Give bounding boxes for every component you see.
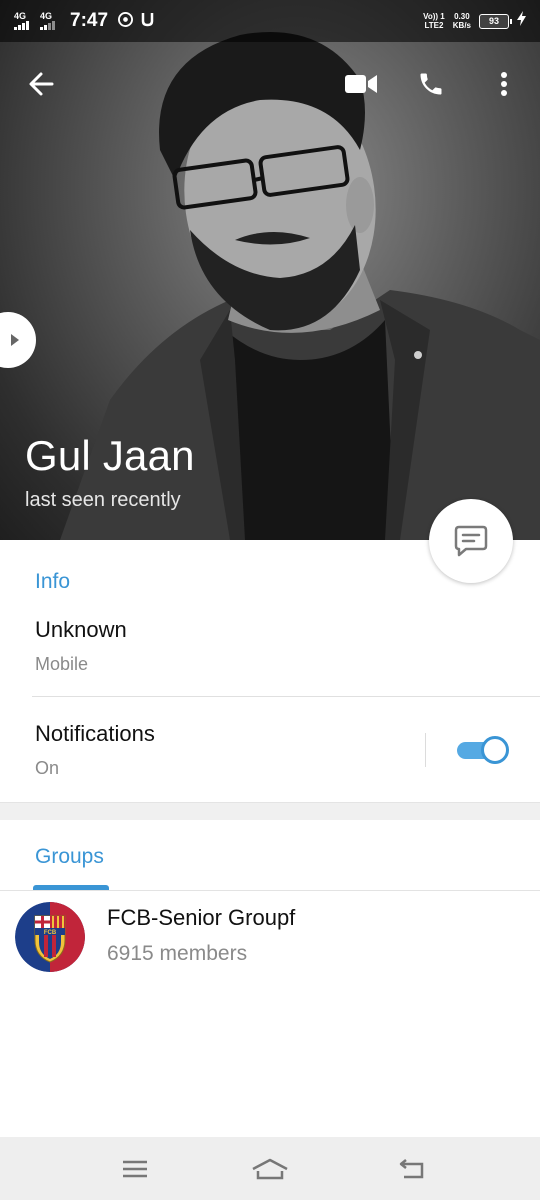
- chrome-icon: [118, 11, 134, 31]
- profile-name: Gul Jaan: [25, 432, 195, 479]
- group-avatar: FCB: [15, 902, 85, 972]
- back-icon: [399, 1159, 424, 1179]
- more-options-button[interactable]: [482, 62, 526, 106]
- system-nav-bar: [0, 1137, 540, 1200]
- tab-groups[interactable]: Groups: [35, 845, 104, 869]
- arrow-left-icon: [29, 72, 54, 96]
- status-bar: 4G 4G 7:47 Vo)) 1 LTE2 0.30 KB/s 93: [0, 0, 540, 42]
- video-camera-icon: [345, 75, 377, 93]
- u-icon: [141, 12, 154, 31]
- group-name: FCB-Senior Groupf: [107, 905, 296, 930]
- notifications-label: Notifications: [35, 721, 155, 746]
- network-speed: 0.30 KB/s: [452, 12, 471, 30]
- home-icon: [252, 1158, 288, 1180]
- network-type-label: 4G: [40, 11, 53, 21]
- profile-screen: 4G 4G 7:47 Vo)) 1 LTE2 0.30 KB/s 93 Gul …: [0, 0, 540, 1200]
- signal-bars-icon: [40, 21, 56, 30]
- message-icon: [454, 525, 488, 557]
- phone-label: Mobile: [35, 654, 89, 674]
- signal-indicator-2: 4G: [40, 12, 56, 30]
- nav-back-button[interactable]: [392, 1149, 432, 1189]
- battery-icon: 93: [479, 13, 512, 29]
- chevron-right-icon: [11, 334, 19, 346]
- menu-icon: [123, 1160, 147, 1178]
- info-divider: [32, 696, 540, 697]
- notifications-toggle[interactable]: [457, 736, 509, 764]
- volte-indicator: Vo)) 1 LTE2: [423, 12, 445, 30]
- nav-home-button[interactable]: [250, 1149, 290, 1189]
- profile-photo[interactable]: 4G 4G 7:47 Vo)) 1 LTE2 0.30 KB/s 93 Gul …: [0, 0, 540, 540]
- network-type-label: 4G: [14, 11, 27, 21]
- voice-call-button[interactable]: [409, 62, 453, 106]
- send-message-button[interactable]: [429, 499, 513, 583]
- group-member-count: 6915 members: [107, 942, 248, 965]
- clock: 7:47: [70, 10, 109, 31]
- last-seen-status: last seen recently: [25, 489, 181, 511]
- nav-menu-button[interactable]: [115, 1149, 155, 1189]
- phone-value: Unknown: [35, 617, 127, 642]
- fcb-crest-icon: FCB: [15, 902, 85, 972]
- video-call-button[interactable]: [339, 62, 383, 106]
- vertical-divider: [425, 733, 426, 767]
- back-button[interactable]: [19, 62, 63, 106]
- notifications-value: On: [35, 758, 60, 778]
- signal-indicator-1: 4G: [14, 12, 30, 30]
- toggle-knob: [481, 736, 509, 764]
- bolt-icon: [517, 11, 526, 31]
- info-section-title: Info: [35, 570, 71, 593]
- section-separator: [0, 802, 540, 820]
- phone-icon: [420, 73, 442, 95]
- signal-bars-icon: [14, 21, 30, 30]
- tab-divider: [0, 890, 540, 891]
- more-vertical-icon: [501, 72, 507, 96]
